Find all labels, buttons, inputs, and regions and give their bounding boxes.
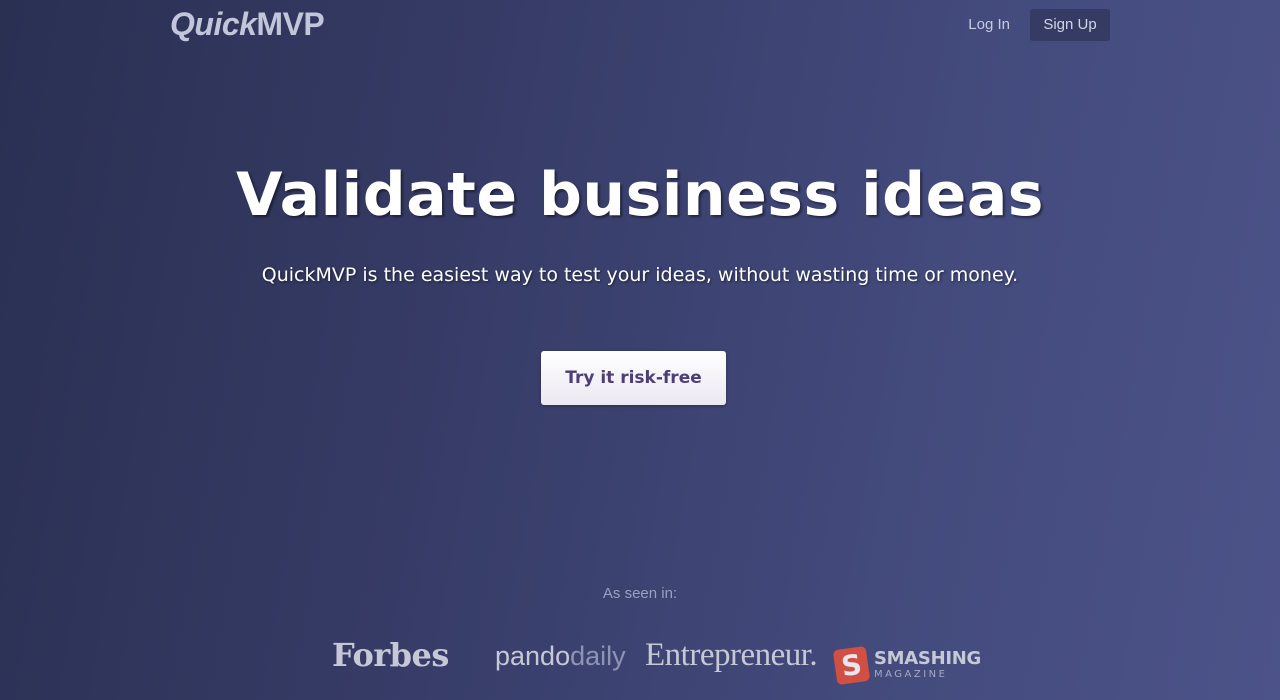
try-risk-free-button[interactable]: Try it risk-free (541, 351, 726, 405)
logo-mvp: MVP (256, 6, 325, 42)
as-seen-in-heading: As seen in: (602, 585, 678, 602)
forbes-logo: Forbes (332, 636, 449, 674)
top-nav: Log In Sign Up (948, 9, 1110, 41)
logo-quick: Quick (170, 6, 257, 42)
entrepreneur-logo: Entrepreneur. (645, 637, 818, 673)
pando-bold-text: pando (495, 641, 571, 671)
hero-title: Validate business ideas (235, 160, 1045, 230)
pandodaily-logo: pandodaily (495, 641, 626, 691)
signup-button[interactable]: Sign Up (1030, 9, 1110, 41)
smashing-top-text: SMASHING (874, 648, 981, 669)
pando-light-text: daily (570, 641, 626, 671)
quickmvp-logo[interactable]: QuickMVP (170, 6, 325, 43)
smashing-bottom-text: MAGAZINE (874, 669, 948, 680)
hero-subtitle: QuickMVP is the easiest way to test your… (261, 264, 1019, 286)
smashing-magazine-logo: S SMASHING MAGAZINE (832, 640, 981, 690)
smashing-s-icon: S (832, 645, 871, 685)
login-link[interactable]: Log In (948, 9, 1030, 41)
